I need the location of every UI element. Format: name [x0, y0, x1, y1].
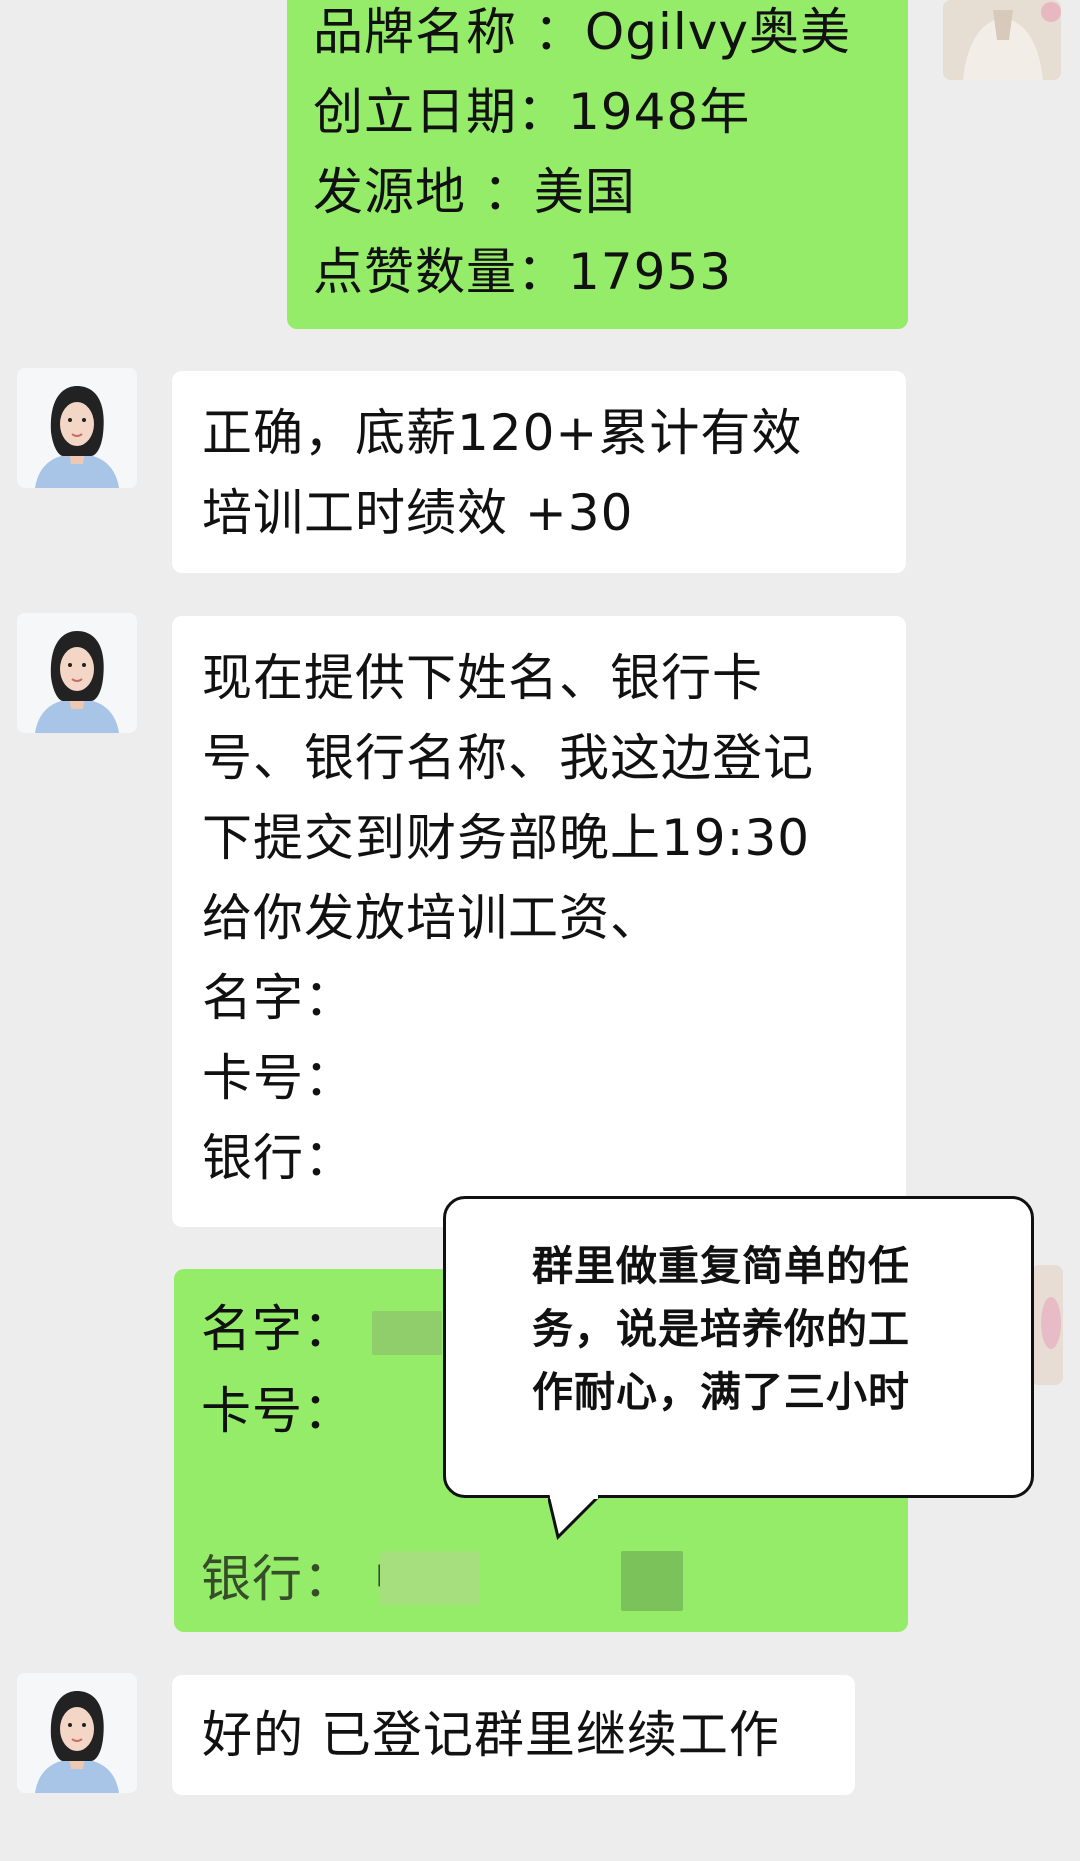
message-line: 下提交到财务部晚上19:30: [202, 809, 811, 867]
message-line: 发源地 ：美国: [313, 163, 636, 221]
message-line: 培训工时绩效 +30: [202, 484, 634, 542]
callout-tail-icon: [548, 1495, 602, 1540]
message-line: 品牌名称 ：Ogilvy奥美: [313, 3, 851, 61]
name-label: 名字：: [201, 1300, 354, 1358]
contact-avatar[interactable]: [17, 1673, 137, 1793]
message-brand-info[interactable]: 品牌名称 ：Ogilvy奥美 创立日期：1948年 发源地 ：美国 点赞数量：1…: [287, 0, 908, 329]
message-line: 银行：: [202, 1129, 355, 1187]
message-line: 现在提供下姓名、银行卡: [202, 649, 763, 707]
annotation-line: 务，说是培养你的工: [532, 1305, 910, 1353]
message-line: 正确，底薪120+累计有效: [202, 404, 803, 462]
message-line: 卡号：: [202, 1049, 355, 1107]
message-line: 名字：: [202, 969, 355, 1027]
self-avatar[interactable]: [943, 0, 1061, 80]
card-label: 卡号：: [201, 1382, 354, 1440]
self-avatar[interactable]: [1031, 1265, 1063, 1385]
redaction-block: [372, 1311, 442, 1355]
message-line: 号、银行名称、我这边登记: [202, 729, 814, 787]
bank-label: 银行：: [201, 1550, 354, 1608]
annotation-line: 作耐心，满了三小时: [532, 1368, 910, 1416]
message-bank-request[interactable]: 现在提供下姓名、银行卡 号、银行名称、我这边登记 下提交到财务部晚上19:30 …: [172, 616, 906, 1227]
message-salary-reply[interactable]: 正确，底薪120+累计有效 培训工时绩效 +30: [172, 371, 906, 573]
contact-avatar[interactable]: [17, 368, 137, 488]
person-icon: [17, 613, 137, 733]
redaction-block: [380, 1551, 480, 1605]
annotation-line: 群里做重复简单的任: [532, 1242, 910, 1290]
person-icon: [17, 368, 137, 488]
redaction-block: [621, 1551, 683, 1611]
message-line: 点赞数量：17953: [313, 243, 733, 301]
person-icon: [943, 0, 1061, 80]
contact-avatar[interactable]: [17, 613, 137, 733]
person-icon: [1031, 1265, 1063, 1385]
person-icon: [17, 1673, 137, 1793]
message-line: 好的 已登记群里继续工作: [202, 1706, 780, 1764]
message-line: 给你发放培训工资、: [202, 889, 661, 947]
message-confirm[interactable]: 好的 已登记群里继续工作: [172, 1675, 855, 1795]
message-line: 创立日期：1948年: [313, 83, 751, 141]
annotation-callout: 群里做重复简单的任 务，说是培养你的工 作耐心，满了三小时: [443, 1196, 1034, 1498]
